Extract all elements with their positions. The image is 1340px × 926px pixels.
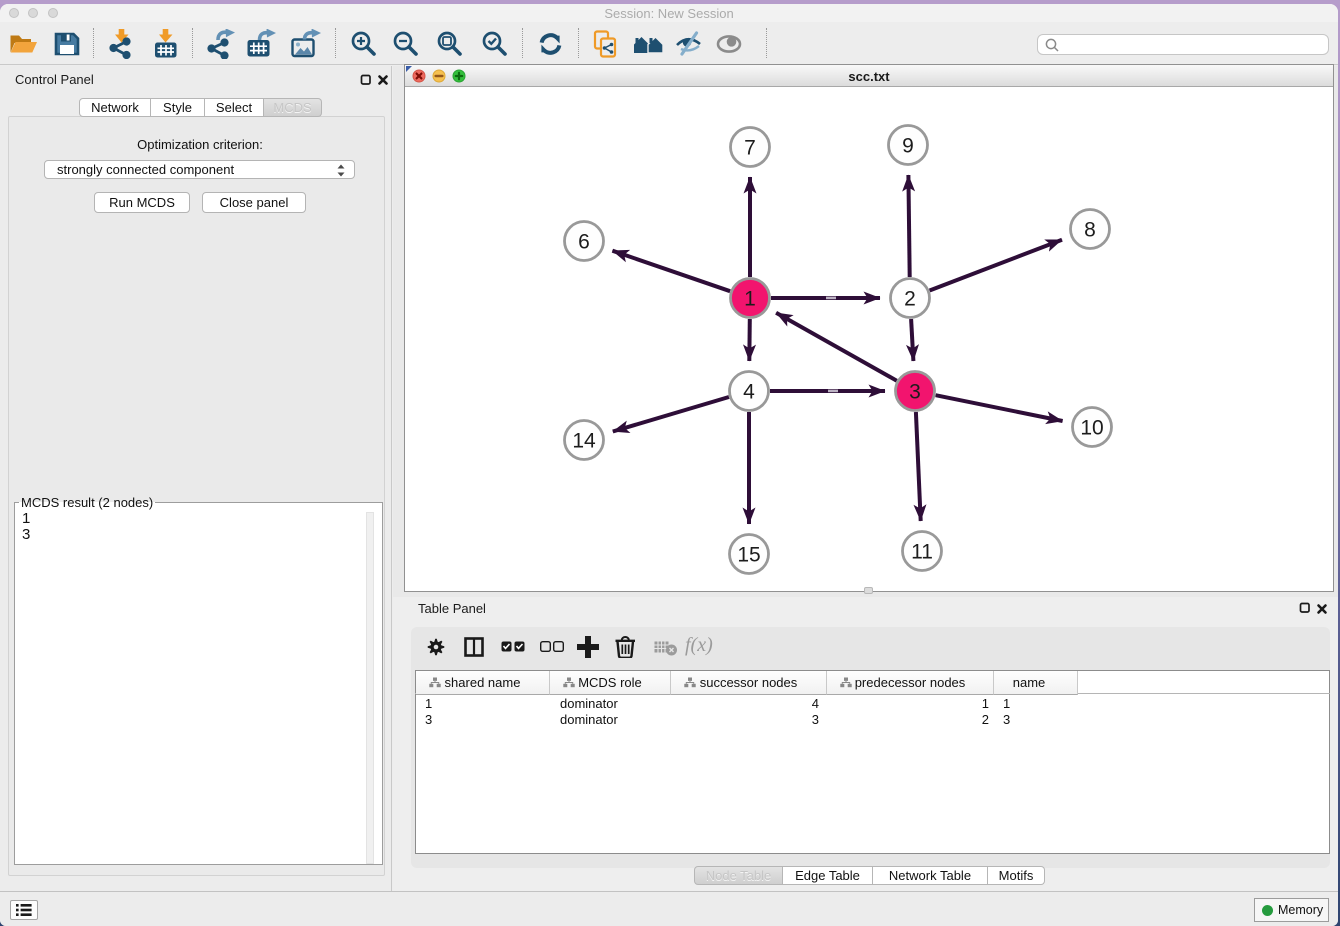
svg-text:3: 3 [909, 381, 921, 404]
svg-text:4: 4 [743, 381, 755, 404]
svg-text:9: 9 [902, 135, 914, 158]
svg-text:8: 8 [1084, 219, 1096, 242]
svg-text:10: 10 [1080, 417, 1103, 440]
svg-text:6: 6 [578, 231, 590, 254]
svg-text:1: 1 [744, 288, 756, 311]
svg-text:11: 11 [911, 541, 933, 564]
svg-text:2: 2 [904, 288, 916, 311]
svg-text:15: 15 [737, 544, 760, 567]
svg-text:7: 7 [744, 137, 756, 160]
svg-text:14: 14 [572, 430, 596, 453]
